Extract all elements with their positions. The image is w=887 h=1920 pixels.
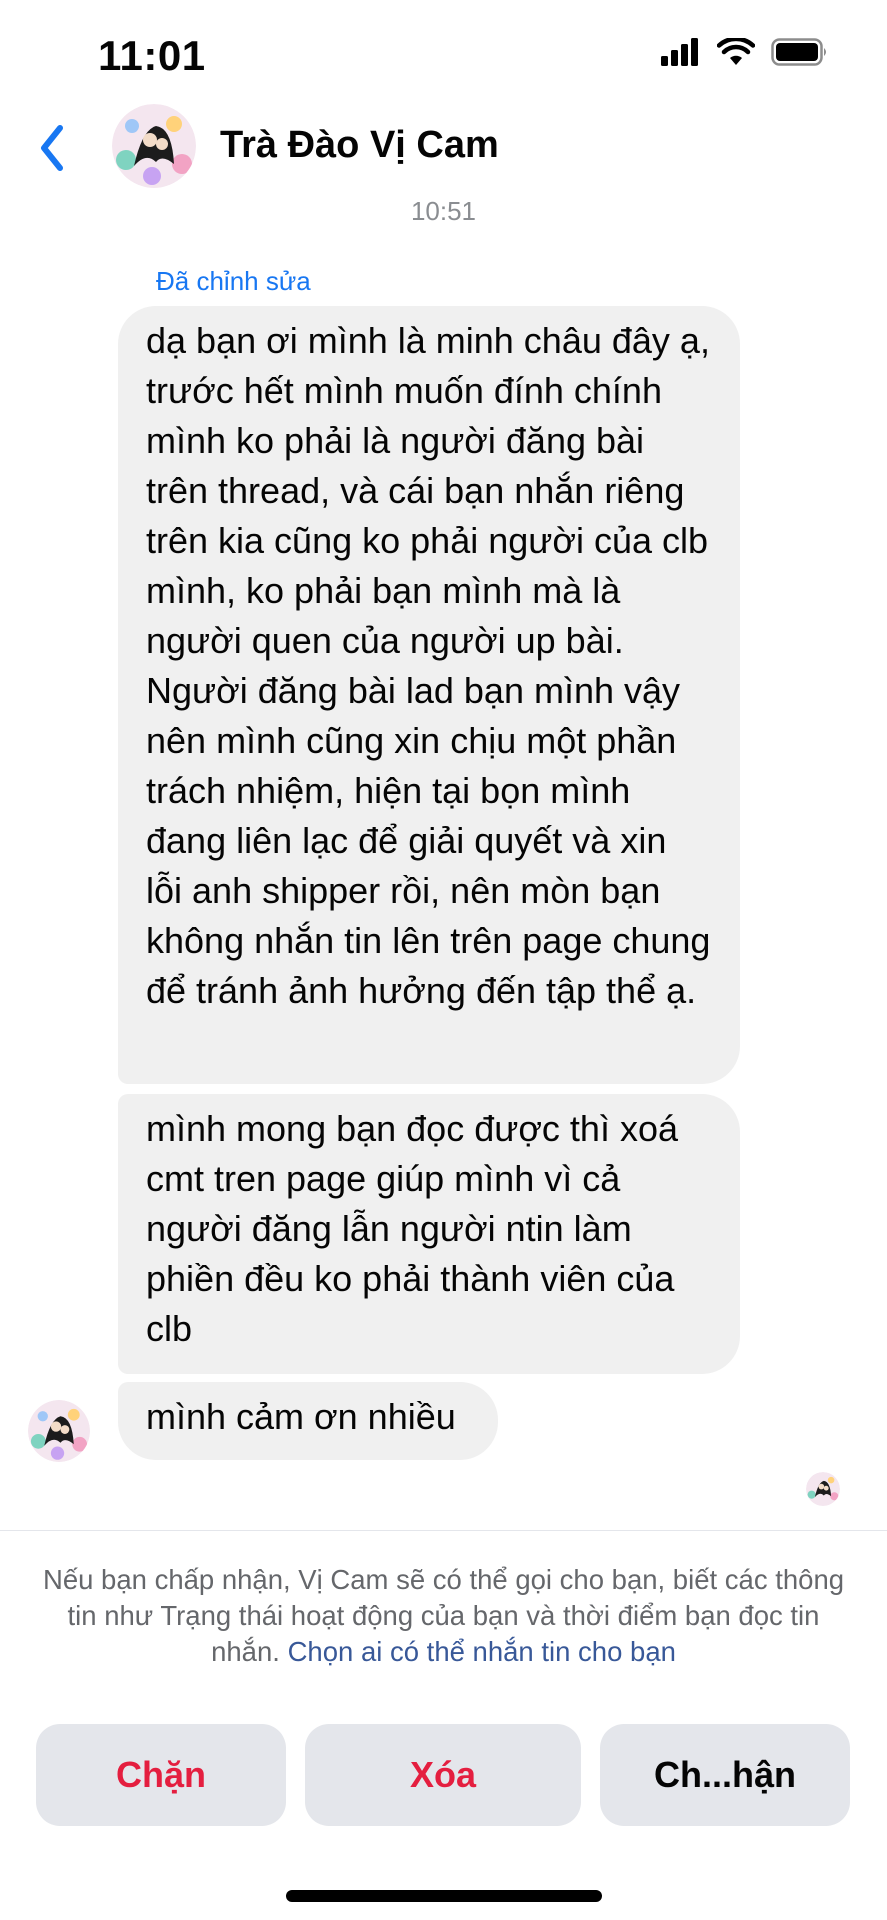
seen-avatar bbox=[806, 1472, 840, 1506]
status-icons bbox=[661, 38, 829, 66]
message-bubble[interactable]: mình mong bạn đọc được thì xoá cmt tren … bbox=[118, 1094, 740, 1374]
message-timestamp: 10:51 bbox=[410, 196, 477, 226]
chat-header: Trà Đào Vị Cam bbox=[0, 100, 887, 196]
block-button[interactable]: Chặn bbox=[36, 1724, 286, 1826]
message-bubble[interactable]: dạ bạn ơi mình là minh châu đây ạ, trước… bbox=[118, 306, 740, 1084]
contact-name[interactable]: Trà Đào Vị Cam bbox=[220, 124, 499, 167]
edited-label[interactable]: Đã chỉnh sửa bbox=[156, 266, 311, 297]
battery-icon bbox=[771, 38, 829, 66]
status-time: 11:01 bbox=[98, 32, 206, 79]
delete-button[interactable]: Xóa bbox=[305, 1724, 581, 1826]
privacy-settings-link[interactable]: Chọn ai có thể nhắn tin cho bạn bbox=[288, 1636, 676, 1667]
chevron-left-icon bbox=[41, 125, 63, 171]
status-bar: 11:01 bbox=[0, 0, 887, 110]
message-bubble[interactable]: mình cảm ơn nhiều bbox=[118, 1382, 498, 1460]
divider bbox=[0, 1530, 887, 1531]
signal-icon bbox=[661, 38, 701, 66]
contact-avatar[interactable] bbox=[112, 104, 196, 188]
message-request-notice: Nếu bạn chấp nhận, Vị Cam sẽ có thể gọi … bbox=[40, 1562, 847, 1670]
wifi-icon bbox=[717, 38, 755, 66]
accept-button[interactable]: Ch...hận bbox=[600, 1724, 850, 1826]
back-button[interactable] bbox=[30, 118, 76, 178]
home-indicator bbox=[286, 1890, 602, 1902]
sender-avatar[interactable] bbox=[28, 1400, 90, 1462]
